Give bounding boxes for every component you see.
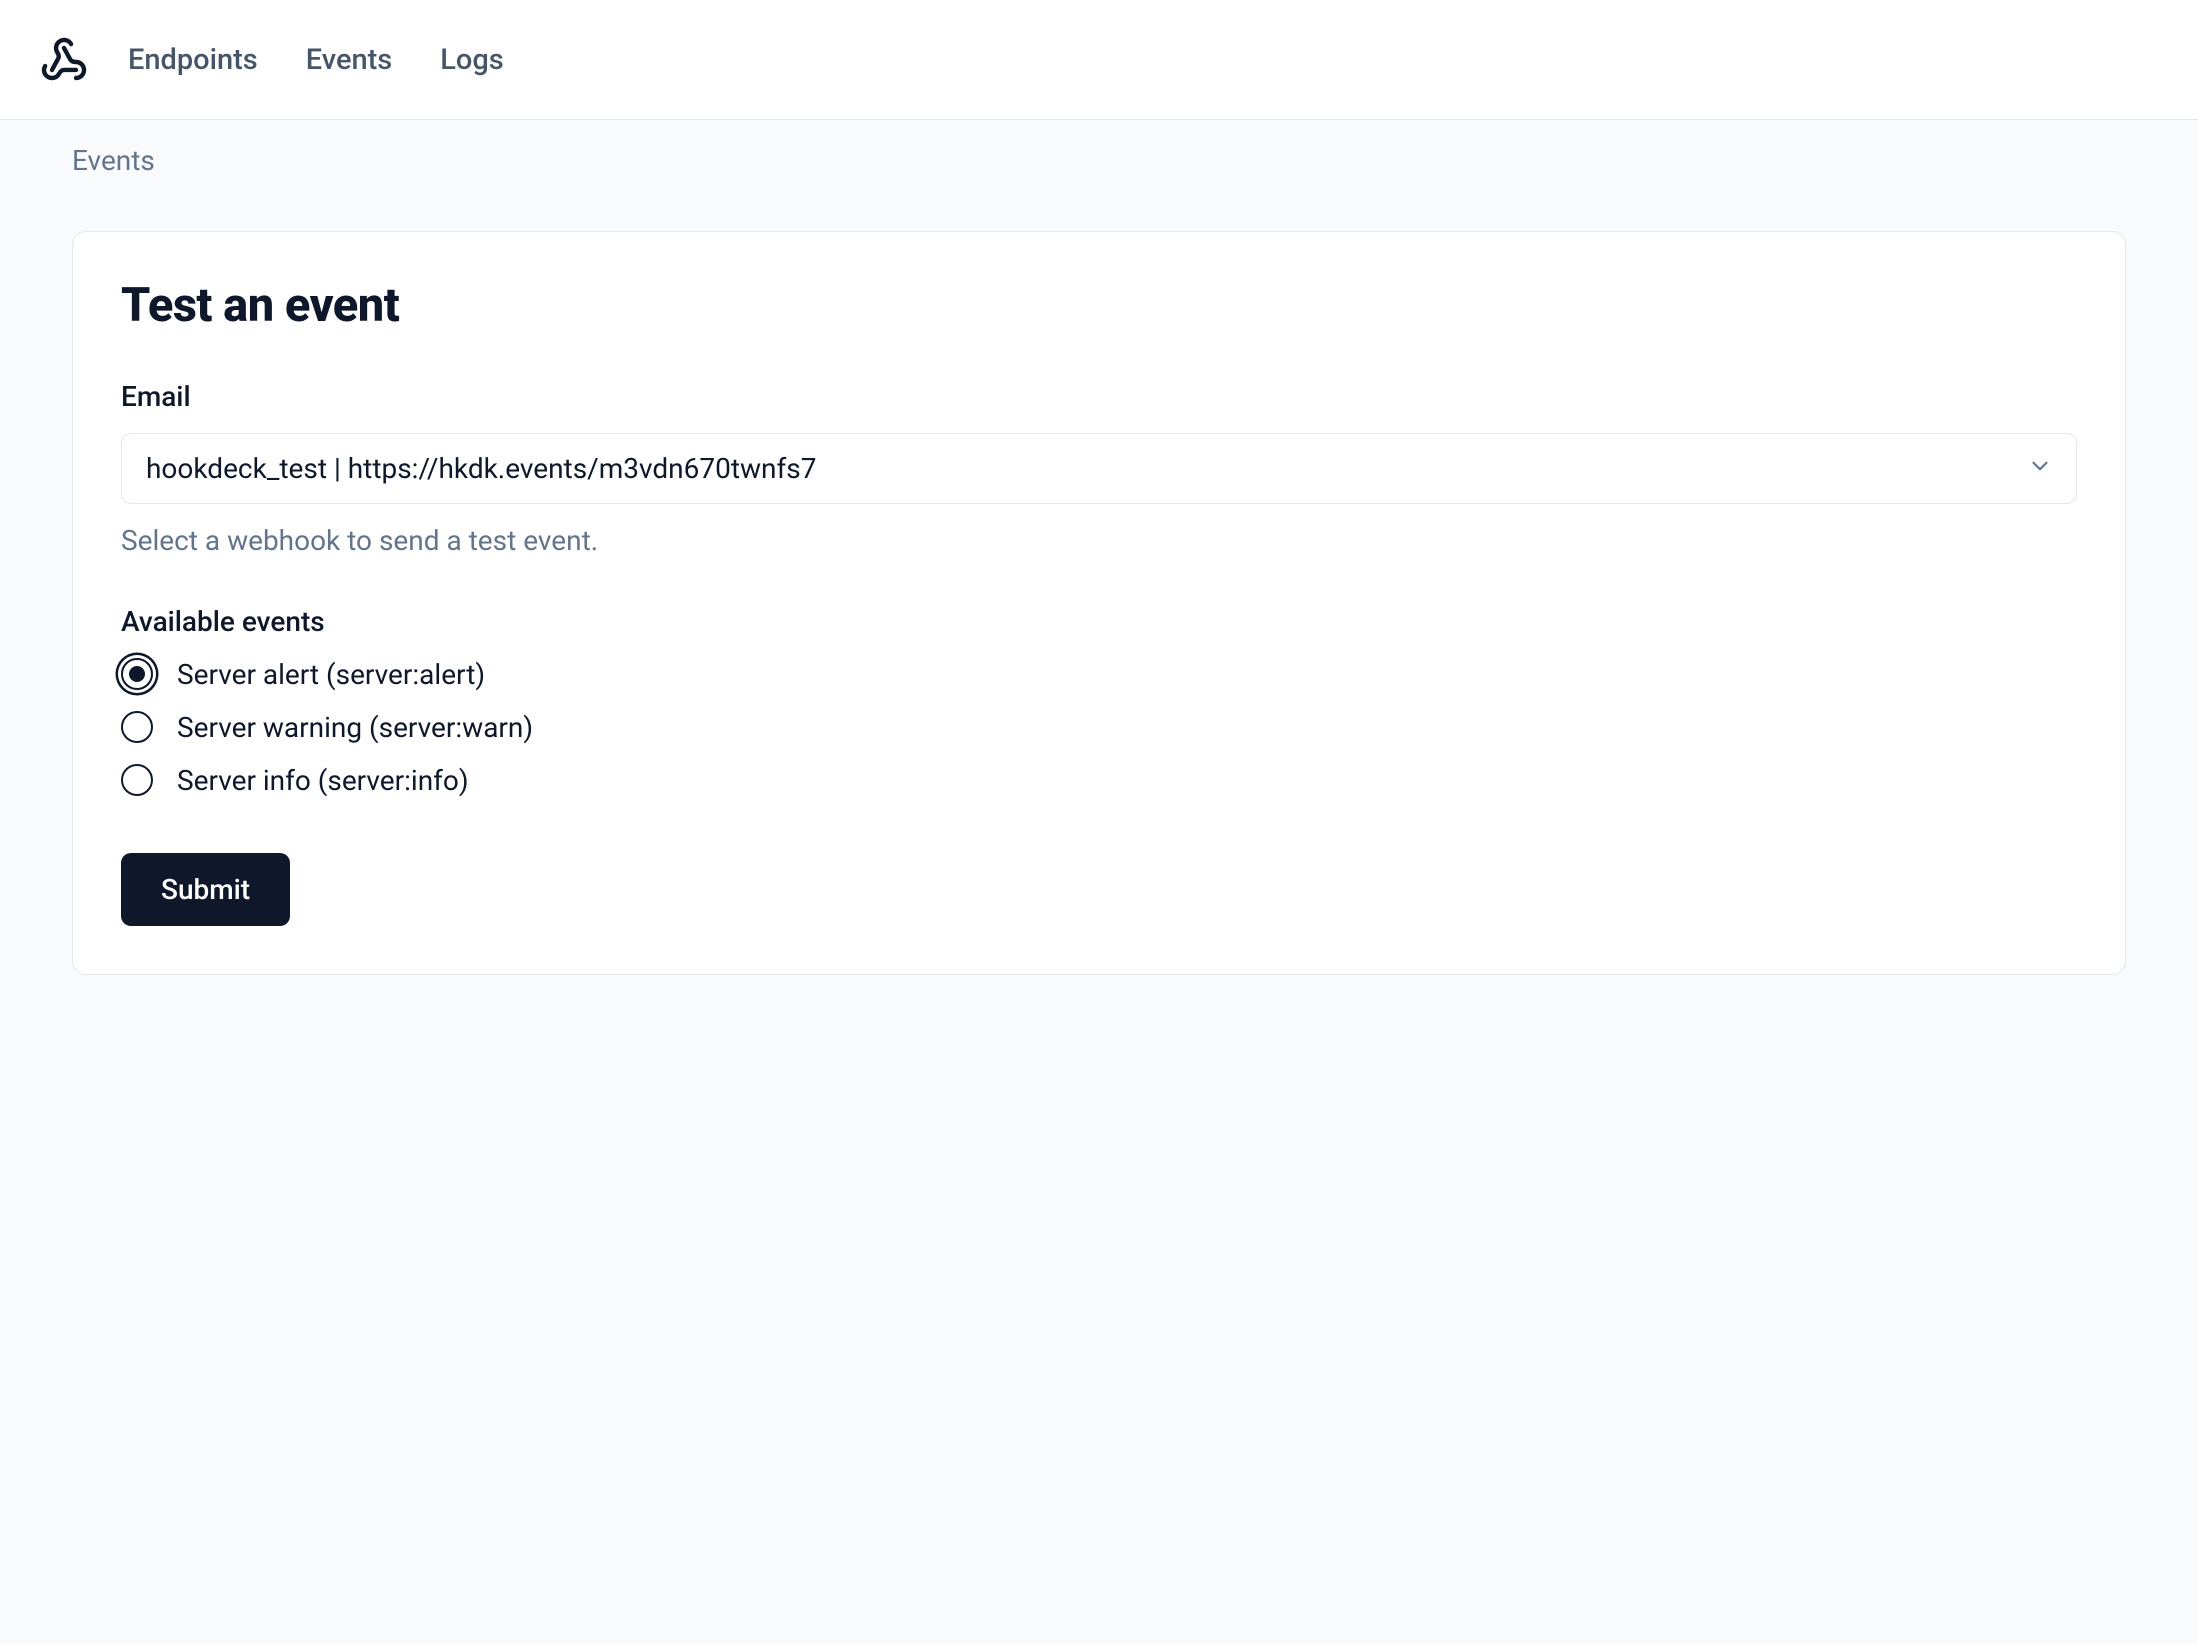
- nav-link-endpoints[interactable]: Endpoints: [128, 43, 258, 77]
- email-select-wrapper: hookdeck_test | https://hkdk.events/m3vd…: [121, 433, 2077, 504]
- events-form-group: Available events Server alert (server:al…: [121, 605, 2077, 797]
- webhook-logo-icon: [40, 36, 88, 84]
- email-label: Email: [121, 380, 2077, 413]
- nav-link-events[interactable]: Events: [306, 43, 392, 77]
- radio-option-server-warning[interactable]: Server warning (server:warn): [121, 711, 2077, 744]
- radio-input[interactable]: [121, 764, 153, 796]
- breadcrumb-area: Events: [0, 120, 2198, 201]
- main-content: Test an event Email hookdeck_test | http…: [0, 201, 2198, 1005]
- card-title: Test an event: [121, 280, 2077, 332]
- nav-link-logs[interactable]: Logs: [440, 43, 503, 77]
- radio-input[interactable]: [121, 711, 153, 743]
- test-event-card: Test an event Email hookdeck_test | http…: [72, 231, 2126, 975]
- radio-option-server-info[interactable]: Server info (server:info): [121, 764, 2077, 797]
- main-nav: Endpoints Events Logs: [128, 43, 504, 77]
- radio-input[interactable]: [121, 658, 153, 690]
- events-radio-group: Server alert (server:alert) Server warni…: [121, 658, 2077, 797]
- radio-label: Server info (server:info): [177, 764, 469, 797]
- radio-label: Server alert (server:alert): [177, 658, 485, 691]
- email-form-group: Email hookdeck_test | https://hkdk.event…: [121, 380, 2077, 557]
- email-helper-text: Select a webhook to send a test event.: [121, 524, 2077, 557]
- top-header: Endpoints Events Logs: [0, 0, 2198, 120]
- submit-button[interactable]: Submit: [121, 853, 290, 926]
- events-label: Available events: [121, 605, 2077, 638]
- radio-label: Server warning (server:warn): [177, 711, 533, 744]
- breadcrumb: Events: [72, 144, 155, 177]
- email-select[interactable]: hookdeck_test | https://hkdk.events/m3vd…: [121, 433, 2077, 504]
- radio-option-server-alert[interactable]: Server alert (server:alert): [121, 658, 2077, 691]
